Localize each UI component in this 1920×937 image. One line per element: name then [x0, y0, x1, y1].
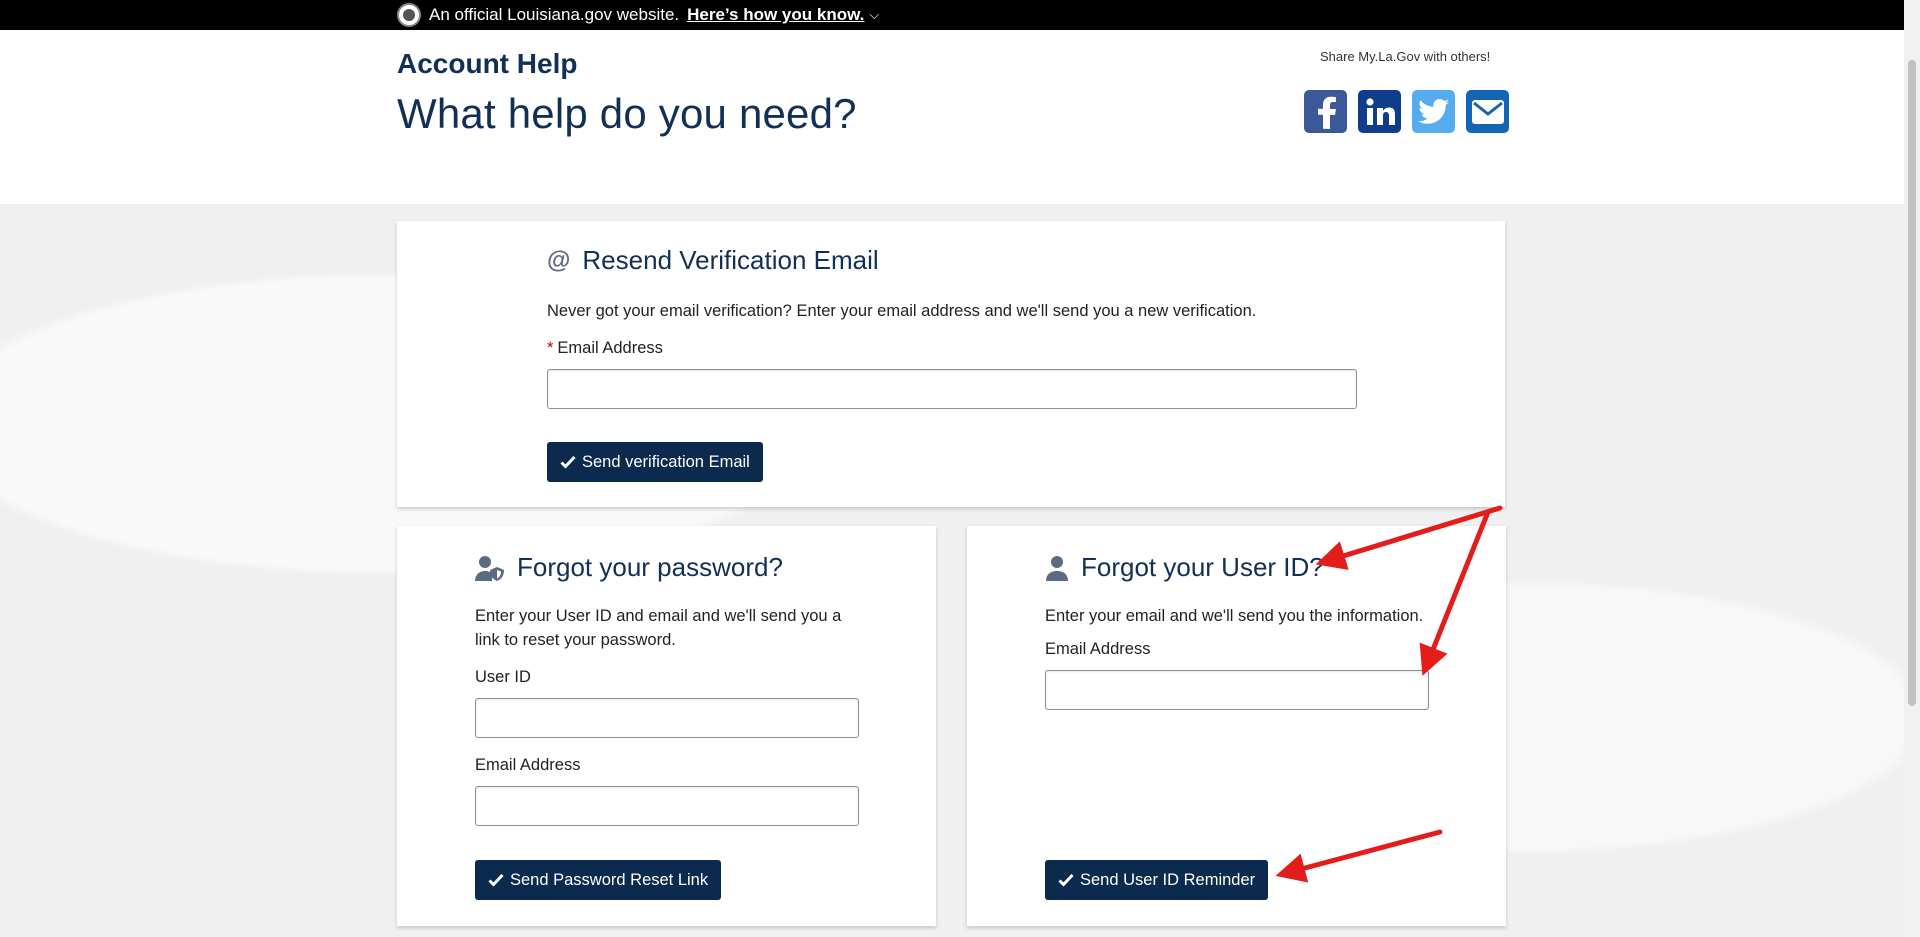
send-verification-button[interactable]: Send verification Email — [547, 442, 763, 482]
send-verification-label: Send verification Email — [582, 452, 750, 471]
chevron-down-icon[interactable]: ⌵ — [869, 7, 879, 23]
password-email-input[interactable] — [475, 786, 859, 826]
userid-email-label: Email Address — [1045, 640, 1151, 658]
page-header: Account Help What help do you need? Shar… — [0, 30, 1904, 204]
gov-banner: An official Louisiana.gov website. Here’… — [0, 0, 1904, 30]
send-userid-reminder-button[interactable]: Send User ID Reminder — [1045, 860, 1269, 900]
banner-text: An official Louisiana.gov website. — [429, 5, 680, 24]
userid-label: User ID — [475, 668, 531, 686]
forgot-password-card: Forgot your password? Enter your User ID… — [397, 526, 936, 926]
main-content: @ Resend Verification Email Never got yo… — [0, 204, 1904, 937]
send-userid-reminder-label: Send User ID Reminder — [1080, 870, 1256, 889]
resend-title-text: Resend Verification Email — [582, 245, 879, 275]
user-icon — [1046, 555, 1068, 581]
user-shield-icon — [475, 555, 504, 581]
send-password-reset-label: Send Password Reset Link — [510, 870, 709, 889]
share-label: Share My.La.Gov with others! — [1320, 49, 1491, 64]
checkmark-icon — [488, 873, 504, 887]
linkedin-icon[interactable] — [1358, 90, 1401, 133]
resend-email-label-text: Email Address — [557, 339, 663, 357]
userid-input[interactable] — [475, 698, 859, 738]
how-you-know-link[interactable]: Here’s how you know. — [687, 5, 864, 25]
password-title: Forgot your password? — [475, 552, 783, 583]
resend-verification-card: @ Resend Verification Email Never got yo… — [397, 221, 1505, 507]
vertical-scrollbar[interactable] — [1904, 0, 1920, 937]
share-icons — [1304, 90, 1509, 133]
scrollbar-thumb[interactable] — [1908, 60, 1916, 706]
checkmark-icon — [1058, 873, 1074, 887]
password-description: Enter your User ID and email and we'll s… — [475, 607, 842, 649]
resend-title: @ Resend Verification Email — [547, 245, 879, 276]
required-mark: * — [547, 339, 554, 357]
password-email-label: Email Address — [475, 756, 581, 774]
send-password-reset-button[interactable]: Send Password Reset Link — [475, 860, 722, 900]
userid-email-input[interactable] — [1045, 670, 1429, 710]
userid-title: Forgot your User ID? — [1045, 552, 1324, 583]
facebook-icon[interactable] — [1304, 90, 1347, 133]
password-title-text: Forgot your password? — [517, 552, 783, 582]
userid-description: Enter your email and we'll send you the … — [1045, 607, 1424, 625]
at-sign-icon: @ — [547, 246, 571, 274]
email-icon[interactable] — [1466, 90, 1509, 133]
userid-title-text: Forgot your User ID? — [1081, 552, 1324, 582]
forgot-userid-card: Forgot your User ID? Enter your email an… — [967, 526, 1506, 926]
checkmark-icon — [560, 455, 576, 469]
page-kicker: Account Help — [397, 48, 578, 79]
resend-description: Never got your email verification? Enter… — [547, 302, 1257, 320]
twitter-icon[interactable] — [1412, 90, 1455, 133]
louisiana-seal-icon — [397, 3, 421, 27]
page-title: What help do you need? — [397, 90, 857, 137]
resend-email-input[interactable] — [547, 369, 1357, 409]
resend-email-label: * Email Address — [547, 339, 663, 358]
